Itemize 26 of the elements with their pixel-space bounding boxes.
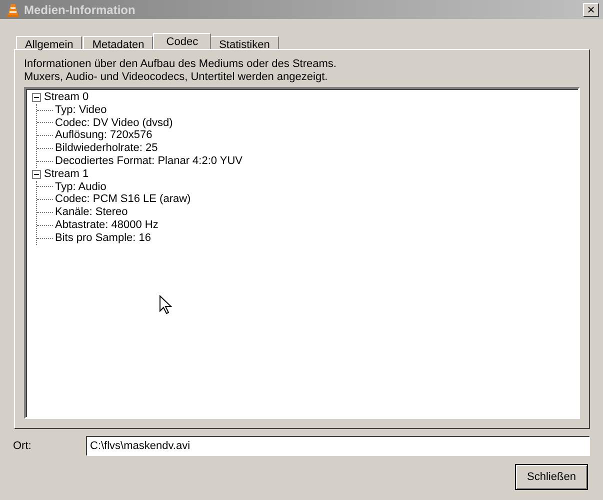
tree-item[interactable]: Codec: PCM S16 LE (araw) <box>55 193 191 206</box>
tree-item[interactable]: Bildwiederholrate: 25 <box>55 142 158 155</box>
close-button[interactable]: Schließen <box>515 464 588 490</box>
location-label: Ort: <box>13 440 32 452</box>
tree-item[interactable]: Typ: Video <box>55 104 107 117</box>
tree-item[interactable]: Auflösung: 720x576 <box>55 129 152 142</box>
collapse-icon[interactable] <box>32 170 41 179</box>
tab[interactable]: Statistiken <box>210 36 279 49</box>
location-field[interactable]: C:\flvs\maskendv.avi <box>86 436 590 456</box>
collapse-icon[interactable] <box>32 92 41 102</box>
tree-item[interactable]: Stream 0 <box>44 91 89 104</box>
mouse-pointer-icon <box>159 295 172 315</box>
tree-item[interactable]: Kanäle: Stereo <box>55 206 128 219</box>
window-title: Medien-Information <box>24 2 136 16</box>
description-text: Informationen über den Aufbau des Mediums oder des Streams. Muxers, Audio- und Videocodecs, Untertitel werden angezeigt. <box>24 58 338 84</box>
cone-icon <box>6 2 20 16</box>
close-button[interactable]: × <box>583 2 599 16</box>
tree-item[interactable]: Bits pro Sample: 16 <box>55 232 151 245</box>
tab[interactable]: Metadaten <box>83 36 154 49</box>
tree-item[interactable]: Decodiertes Format: Planar 4:2:0 YUV <box>55 154 242 168</box>
tree-item[interactable]: Stream 1 <box>44 168 89 181</box>
tree-item[interactable]: Codec: DV Video (dvsd) <box>55 116 173 130</box>
tab[interactable]: Allgemein <box>16 36 82 49</box>
tree-item[interactable]: Typ: Audio <box>55 180 106 194</box>
tree-item[interactable]: Abtastrate: 48000 Hz <box>55 218 158 232</box>
tab[interactable]: Codec <box>153 33 212 49</box>
